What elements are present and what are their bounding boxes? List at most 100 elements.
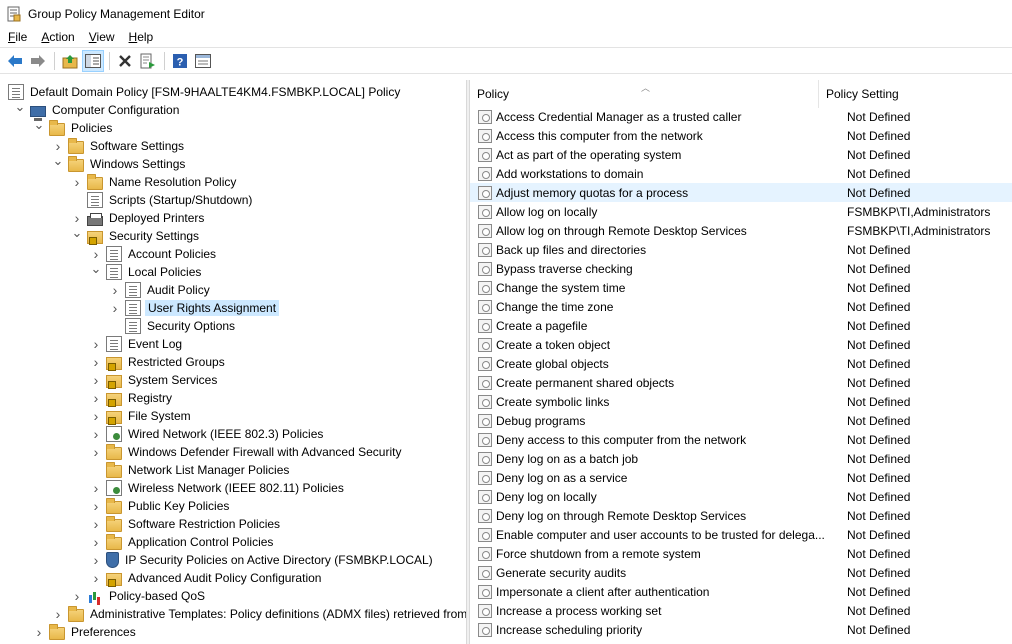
tree-node[interactable]: › User Rights Assignment [109, 299, 280, 317]
tree-node[interactable]: › Name Resolution Policy [71, 173, 238, 191]
tree-node[interactable]: ⌄ Policies [33, 116, 114, 137]
policy-row[interactable]: Add workstations to domain Not Defined [470, 164, 1012, 183]
column-header-policy[interactable]: Policy ︿ [470, 80, 819, 108]
collapsed-chevron-icon[interactable]: › [90, 353, 102, 371]
collapsed-chevron-icon[interactable]: › [52, 605, 64, 623]
policy-row[interactable]: Adjust memory quotas for a process Not De… [470, 183, 1012, 202]
policy-row[interactable]: Change the system time Not Defined [470, 278, 1012, 297]
tree-node[interactable]: › Registry [90, 389, 174, 407]
policy-row[interactable]: Act as part of the operating system Not D… [470, 145, 1012, 164]
expanded-chevron-icon[interactable]: ⌄ [52, 152, 64, 170]
collapsed-chevron-icon[interactable]: › [90, 425, 102, 443]
tree-node[interactable]: › Wired Network (IEEE 802.3) Policies [90, 425, 325, 443]
tree-node[interactable]: › Software Restriction Policies [90, 515, 282, 533]
tree-node[interactable]: › Event Log [90, 335, 184, 353]
tree-node[interactable]: › Application Control Policies [90, 533, 275, 551]
tree-node[interactable]: Default Domain Policy [FSM-9HAALTE4KM4.F… [8, 83, 402, 101]
collapsed-chevron-icon[interactable]: › [71, 173, 83, 191]
tree-node[interactable]: › Wireless Network (IEEE 802.11) Policies [90, 479, 346, 497]
policy-row[interactable]: Change the time zone Not Defined [470, 297, 1012, 316]
tree-node[interactable]: › Restricted Groups [90, 353, 227, 371]
collapsed-chevron-icon[interactable]: › [90, 569, 102, 587]
policy-row[interactable]: Access Credential Manager as a trusted c… [470, 107, 1012, 126]
shield-icon [106, 552, 119, 568]
tree-node[interactable]: › Deployed Printers [71, 209, 206, 227]
tree-node[interactable]: › System Services [90, 371, 219, 389]
tree-node[interactable]: Security Options [109, 317, 237, 335]
tree-node[interactable]: › Preferences [33, 623, 138, 641]
policy-row[interactable]: Increase a process working set Not Define… [470, 601, 1012, 620]
policy-row[interactable]: Create symbolic links Not Defined [470, 392, 1012, 411]
policy-row[interactable]: Generate security audits Not Defined [470, 563, 1012, 582]
tree-node[interactable]: ⌄ Windows Settings [52, 152, 187, 173]
tree-node[interactable]: › Policy-based QoS [71, 587, 207, 605]
tree-node[interactable]: › Advanced Audit Policy Configuration [90, 569, 323, 587]
policy-row[interactable]: Debug programs Not Defined [470, 411, 1012, 430]
tree-node[interactable]: › Public Key Policies [90, 497, 231, 515]
policy-row[interactable]: Allow log on locally FSMBKP\TI,Administra… [470, 202, 1012, 221]
policy-row[interactable]: Create permanent shared objects Not Defin… [470, 373, 1012, 392]
collapsed-chevron-icon[interactable]: › [90, 533, 102, 551]
tree-node[interactable]: › Account Policies [90, 245, 218, 263]
delete-icon[interactable] [114, 50, 136, 72]
policy-row[interactable]: Bypass traverse checking Not Defined [470, 259, 1012, 278]
collapsed-chevron-icon[interactable]: › [90, 479, 102, 497]
collapsed-chevron-icon[interactable]: › [90, 551, 102, 569]
policy-row[interactable]: Create a pagefile Not Defined [470, 316, 1012, 335]
tree-node[interactable]: ⌄ Security Settings [71, 224, 201, 245]
policy-row[interactable]: Deny log on as a service Not Defined [470, 468, 1012, 487]
tree-node[interactable]: › Software Settings [52, 137, 186, 155]
lockfolder-icon [87, 230, 103, 245]
collapsed-chevron-icon[interactable]: › [109, 299, 121, 317]
tree-node[interactable]: › IP Security Policies on Active Director… [90, 551, 435, 569]
menu-action[interactable]: Action [35, 30, 80, 44]
help-icon[interactable]: ? [169, 50, 191, 72]
column-header-policy-setting[interactable]: Policy Setting [819, 80, 1012, 108]
policy-row[interactable]: Create a token object Not Defined [470, 335, 1012, 354]
policy-row[interactable]: Increase scheduling priority Not Defined [470, 620, 1012, 639]
collapsed-chevron-icon[interactable]: › [33, 623, 45, 641]
policy-row[interactable]: Deny log on through Remote Desktop Servi… [470, 506, 1012, 525]
expanded-chevron-icon[interactable]: ⌄ [71, 224, 83, 242]
policy-row[interactable]: Impersonate a client after authenticatio… [470, 582, 1012, 601]
collapsed-chevron-icon[interactable]: › [109, 281, 121, 299]
menu-help[interactable]: Help [123, 30, 160, 44]
menu-file[interactable]: File [2, 30, 33, 44]
expanded-chevron-icon[interactable]: ⌄ [33, 116, 45, 134]
tree-node[interactable]: › Windows Defender Firewall with Advanced… [90, 443, 403, 461]
tree-node-label: Security Options [147, 319, 236, 333]
policy-name: Force shutdown from a remote system [496, 546, 701, 561]
collapsed-chevron-icon[interactable]: › [90, 371, 102, 389]
policy-row[interactable]: Force shutdown from a remote system Not D… [470, 544, 1012, 563]
collapsed-chevron-icon[interactable]: › [90, 407, 102, 425]
up-folder-icon[interactable] [59, 50, 81, 72]
collapsed-chevron-icon[interactable]: › [90, 389, 102, 407]
export-list-icon[interactable] [137, 50, 159, 72]
collapsed-chevron-icon[interactable]: › [71, 587, 83, 605]
policy-row[interactable]: Deny access to this computer from the ne… [470, 430, 1012, 449]
policy-row[interactable]: Enable computer and user accounts to be … [470, 525, 1012, 544]
collapsed-chevron-icon[interactable]: › [90, 497, 102, 515]
back-arrow-icon[interactable] [4, 50, 26, 72]
tree-node[interactable]: Network List Manager Policies [90, 461, 291, 479]
expanded-chevron-icon[interactable]: ⌄ [90, 260, 102, 278]
menu-view[interactable]: View [83, 30, 121, 44]
policy-row[interactable]: Back up files and directories Not Defined [470, 240, 1012, 259]
tree-node[interactable]: ⌄ Local Policies [90, 260, 203, 281]
policy-row[interactable]: Allow log on through Remote Desktop Serv… [470, 221, 1012, 240]
tree-node[interactable]: Scripts (Startup/Shutdown) [71, 191, 254, 209]
show-hide-tree-icon[interactable] [82, 49, 104, 72]
collapsed-chevron-icon[interactable]: › [90, 515, 102, 533]
policy-row[interactable]: Create global objects Not Defined [470, 354, 1012, 373]
policy-row[interactable]: Deny log on as a batch job Not Defined [470, 449, 1012, 468]
expanded-chevron-icon[interactable]: ⌄ [14, 98, 26, 116]
policy-row[interactable]: Access this computer from the network Not… [470, 126, 1012, 145]
collapsed-chevron-icon[interactable]: › [90, 335, 102, 353]
tree-node[interactable]: › Administrative Templates: Policy defini… [52, 605, 466, 623]
forward-arrow-icon[interactable] [27, 50, 49, 72]
tree-node[interactable]: › File System [90, 407, 193, 425]
properties-icon[interactable] [192, 50, 214, 72]
tree-node[interactable]: › Audit Policy [109, 281, 212, 299]
policy-row[interactable]: Deny log on locally Not Defined [470, 487, 1012, 506]
collapsed-chevron-icon[interactable]: › [90, 443, 102, 461]
